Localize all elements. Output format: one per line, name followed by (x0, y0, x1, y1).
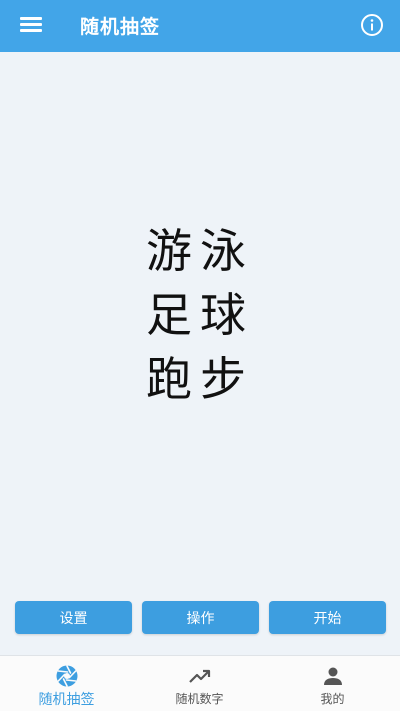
info-icon[interactable] (360, 13, 384, 37)
draw-item: 游泳 (146, 223, 254, 278)
draw-item: 足球 (146, 287, 254, 342)
page-title: 随机抽签 (80, 16, 161, 38)
nav-label: 我的 (320, 692, 345, 706)
start-button[interactable]: 开始 (269, 601, 386, 634)
person-icon (321, 664, 345, 688)
draw-item: 跑步 (146, 351, 254, 406)
bottom-navigation: 随机抽签 随机数字 我的 (0, 655, 400, 711)
nav-label: 随机抽签 (38, 692, 95, 708)
draw-items-list: 游泳 足球 跑步 (146, 219, 254, 411)
nav-label: 随机数字 (175, 692, 224, 706)
operate-button[interactable]: 操作 (142, 601, 259, 634)
trending-up-icon (188, 664, 212, 688)
settings-button[interactable]: 设置 (15, 601, 132, 634)
app-bar: 随机抽签 (0, 0, 400, 52)
aperture-icon (55, 664, 79, 688)
menu-icon[interactable] (18, 14, 44, 38)
nav-item-mine[interactable]: 我的 (266, 656, 399, 711)
draw-result-area: 游泳 足球 跑步 (0, 52, 400, 599)
nav-item-random-draw[interactable]: 随机抽签 (0, 656, 133, 711)
action-bar: 设置 操作 开始 (0, 601, 400, 635)
nav-item-random-number[interactable]: 随机数字 (133, 656, 266, 711)
